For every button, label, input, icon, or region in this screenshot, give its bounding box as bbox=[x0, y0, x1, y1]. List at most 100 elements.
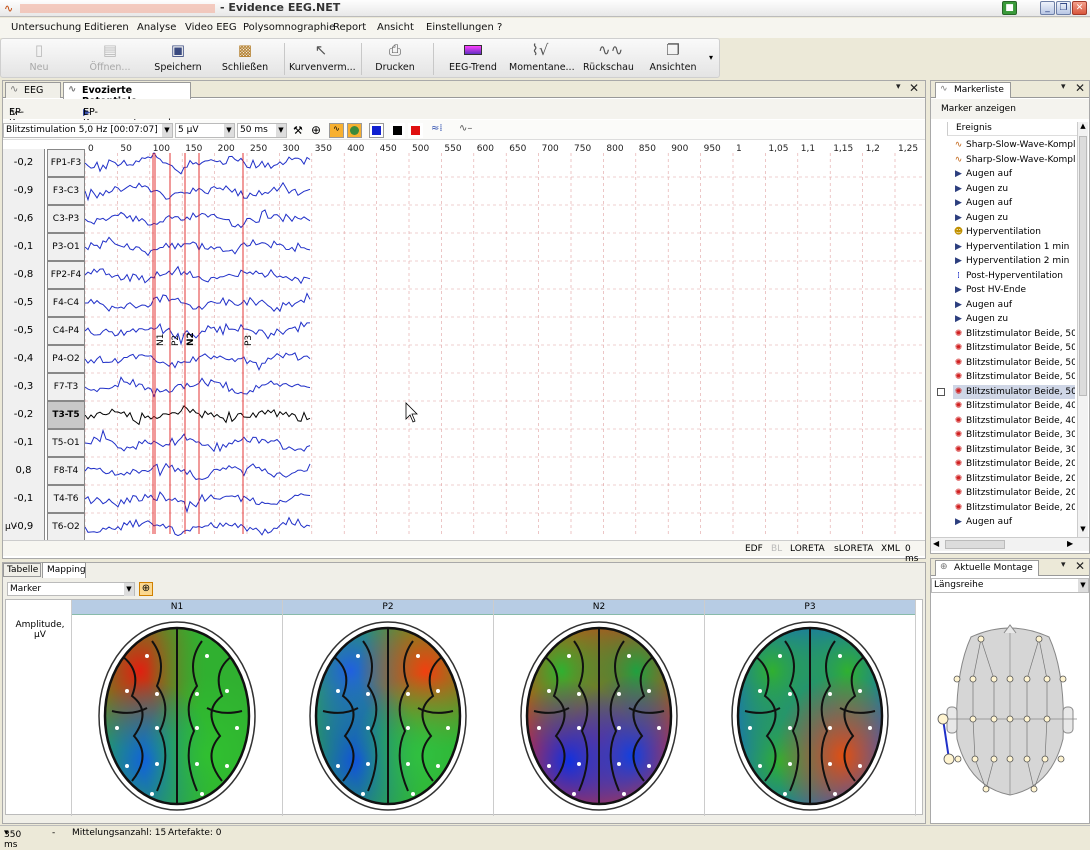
scroll-down-icon[interactable]: ▼ bbox=[1078, 525, 1088, 535]
panel-close-icon[interactable]: ✕ bbox=[1075, 559, 1085, 573]
marker-list-item[interactable]: ✺Blitzstimulator Beide, 50 m bbox=[953, 356, 1075, 370]
panel-menu-icon[interactable]: ▾ bbox=[896, 82, 901, 92]
electrode-dot[interactable] bbox=[954, 755, 962, 763]
open-button[interactable]: ▤ Öffnen... bbox=[83, 41, 137, 77]
tab-eeg[interactable]: ∿ EEG bbox=[5, 82, 61, 98]
bl-button[interactable]: BL bbox=[771, 544, 782, 554]
montage-select[interactable]: Längsreihe ▼ bbox=[931, 578, 1089, 593]
marker-list-item[interactable]: ▶ Augen auf bbox=[953, 167, 1075, 181]
marker-list-item[interactable]: ✺Blitzstimulator Beide, 50 m bbox=[953, 341, 1075, 355]
electrode-dot[interactable] bbox=[990, 715, 998, 723]
map-toggle-icon[interactable] bbox=[347, 123, 362, 138]
marker-list-item[interactable]: ✺Blitzstimulator Beide, 40 m bbox=[953, 414, 1075, 428]
channel-label-t3-t5[interactable]: T3-T5 bbox=[47, 401, 85, 429]
panel-close-icon[interactable]: ✕ bbox=[1075, 81, 1085, 95]
menu-ansicht[interactable]: Ansicht bbox=[377, 22, 414, 33]
show-markers-button[interactable]: Marker anzeigen bbox=[931, 99, 1089, 119]
channel-label-fp2-f4[interactable]: FP2-F4 bbox=[47, 261, 85, 289]
tab-mapping[interactable]: Mapping bbox=[42, 562, 86, 578]
tab-current-montage[interactable]: ⊕ Aktuelle Montage bbox=[935, 560, 1039, 576]
views-button[interactable]: ❐ Ansichten bbox=[649, 41, 697, 77]
marker-adjust-icon[interactable]: ≈⁞ bbox=[431, 123, 443, 134]
electrode-dot[interactable] bbox=[990, 755, 998, 763]
menu-editieren[interactable]: Editieren bbox=[84, 22, 129, 33]
channel-label-c4-p4[interactable]: C4-P4 bbox=[47, 317, 85, 345]
edf-button[interactable]: EDF bbox=[745, 544, 763, 554]
marker-checkbox[interactable] bbox=[937, 387, 945, 396]
marker-list-item[interactable]: ▶ Hyperventilation 2 min bbox=[953, 254, 1075, 268]
marker-list-item[interactable]: ▶ Augen zu bbox=[953, 182, 1075, 196]
tab-table[interactable]: Tabelle bbox=[3, 563, 41, 577]
channel-label-t5-o1[interactable]: T5-O1 bbox=[47, 429, 85, 457]
panel-menu-icon[interactable]: ▾ bbox=[1061, 560, 1066, 570]
color-black-button[interactable] bbox=[390, 123, 405, 138]
electrode-dot[interactable] bbox=[982, 785, 990, 793]
marker-list-item[interactable]: ▶ Hyperventilation 1 min bbox=[953, 240, 1075, 254]
marker-list-item[interactable]: ✺Blitzstimulator Beide, 30 m bbox=[953, 428, 1075, 442]
map-column-header[interactable]: P3 bbox=[705, 600, 915, 615]
menu-untersuchung[interactable]: Untersuchung bbox=[11, 22, 81, 33]
electrode-dot[interactable] bbox=[971, 755, 979, 763]
print-button[interactable]: ⎙ Drucken bbox=[373, 41, 417, 77]
scrollbar-thumb[interactable] bbox=[1079, 136, 1087, 396]
map-column-header[interactable]: N2 bbox=[494, 600, 704, 615]
color-blue-button[interactable] bbox=[369, 123, 384, 138]
electrode-dot[interactable] bbox=[969, 715, 977, 723]
maximize-button[interactable]: ❐ bbox=[1056, 1, 1071, 15]
scroll-right-icon[interactable]: ▶ bbox=[1067, 539, 1073, 548]
channel-label-p3-o1[interactable]: P3-O1 bbox=[47, 233, 85, 261]
menu-help[interactable]: ? bbox=[497, 22, 502, 33]
map-column-header[interactable]: P2 bbox=[283, 600, 493, 615]
tab-markerliste[interactable]: ∿ Markerliste bbox=[935, 82, 1011, 98]
new-button[interactable]: ▯ Neu bbox=[19, 41, 59, 77]
electrode-dot[interactable] bbox=[1023, 675, 1031, 683]
close-exam-button[interactable]: ▩ Schließen bbox=[219, 41, 271, 77]
marker-list-item[interactable]: ✺Blitzstimulator Beide, 20 m bbox=[953, 486, 1075, 500]
marker-list-item[interactable]: ✺Blitzstimulator Beide, 20 m bbox=[953, 457, 1075, 471]
electrode-dot[interactable] bbox=[990, 675, 998, 683]
zoom-readout[interactable]: 350 ms ▾ bbox=[4, 828, 21, 850]
electrode-dot[interactable] bbox=[977, 635, 985, 643]
marker-list-item[interactable]: ✺Blitzstimulator Beide, 20 m bbox=[953, 472, 1075, 486]
sloreta-button[interactable]: sLORETA bbox=[834, 544, 873, 554]
panel-menu-icon[interactable]: ▾ bbox=[1061, 82, 1066, 92]
marker-list-item[interactable]: ✺Blitzstimulator Beide, 20 m bbox=[953, 501, 1075, 515]
loreta-button[interactable]: LORETA bbox=[790, 544, 825, 554]
electrode-dot[interactable] bbox=[1043, 675, 1051, 683]
marker-list-item[interactable]: ✺Blitzstimulator Beide, 40 m bbox=[953, 399, 1075, 413]
timebase-select[interactable]: 50 ms ▼ bbox=[237, 123, 287, 138]
channel-label-f7-t3[interactable]: F7-T3 bbox=[47, 373, 85, 401]
marker-list-item[interactable]: ▶ Post HV-Ende bbox=[953, 283, 1075, 297]
menu-analyse[interactable]: Analyse bbox=[137, 22, 176, 33]
wave-toggle-icon[interactable]: ∿ bbox=[329, 123, 344, 138]
marker-list-item[interactable]: ✺Blitzstimulator Beide, 50 m bbox=[953, 370, 1075, 384]
menu-einstellungen[interactable]: Einstellungen bbox=[426, 22, 494, 33]
map-column-header[interactable]: N1 bbox=[72, 600, 282, 615]
review-button[interactable]: ∿∿ Rückschau bbox=[583, 41, 634, 77]
selected-electrode-dot[interactable] bbox=[937, 713, 949, 725]
electrode-dot[interactable] bbox=[1006, 755, 1014, 763]
eeg-trend-button[interactable]: EEG-Trend bbox=[447, 41, 499, 77]
channel-label-t4-t6[interactable]: T4-T6 bbox=[47, 485, 85, 513]
marker-select[interactable]: Marker ▼ bbox=[7, 582, 135, 596]
momentane-button[interactable]: ⌇√ Momentane... bbox=[509, 41, 575, 77]
menu-video-eeg[interactable]: Video EEG bbox=[185, 22, 237, 33]
electrode-dot[interactable] bbox=[1023, 755, 1031, 763]
scroll-left-icon[interactable]: ◀ bbox=[933, 539, 939, 548]
minimize-button[interactable]: _ bbox=[1040, 1, 1055, 15]
channel-label-f8-t4[interactable]: F8-T4 bbox=[47, 457, 85, 485]
marker-list-item[interactable]: ✺Blitzstimulator Beide, 50 m bbox=[953, 327, 1075, 341]
xml-button[interactable]: XML bbox=[881, 544, 900, 554]
color-red-button[interactable] bbox=[408, 123, 423, 138]
marker-list-item[interactable]: ∿ Sharp-Slow-Wave-Komple bbox=[953, 138, 1075, 152]
marker-list-item[interactable]: ▶ Augen auf bbox=[953, 515, 1075, 529]
tab-evoked-potentials[interactable]: ∿Evozierte Potentiale bbox=[63, 82, 191, 107]
channel-label-f4-c4[interactable]: F4-C4 bbox=[47, 289, 85, 317]
menu-polysomnographie[interactable]: Polysomnographie bbox=[243, 22, 335, 33]
tray-icon[interactable]: ■ bbox=[1002, 1, 1017, 15]
electrode-dot[interactable] bbox=[1030, 785, 1038, 793]
waveform-small-icon[interactable]: ∿– bbox=[459, 123, 472, 134]
marker-list-item[interactable]: ∿ Sharp-Slow-Wave-Komple bbox=[953, 153, 1075, 167]
electrode-dot[interactable] bbox=[1057, 755, 1065, 763]
crosshair-icon[interactable]: ⊕ bbox=[311, 123, 321, 137]
